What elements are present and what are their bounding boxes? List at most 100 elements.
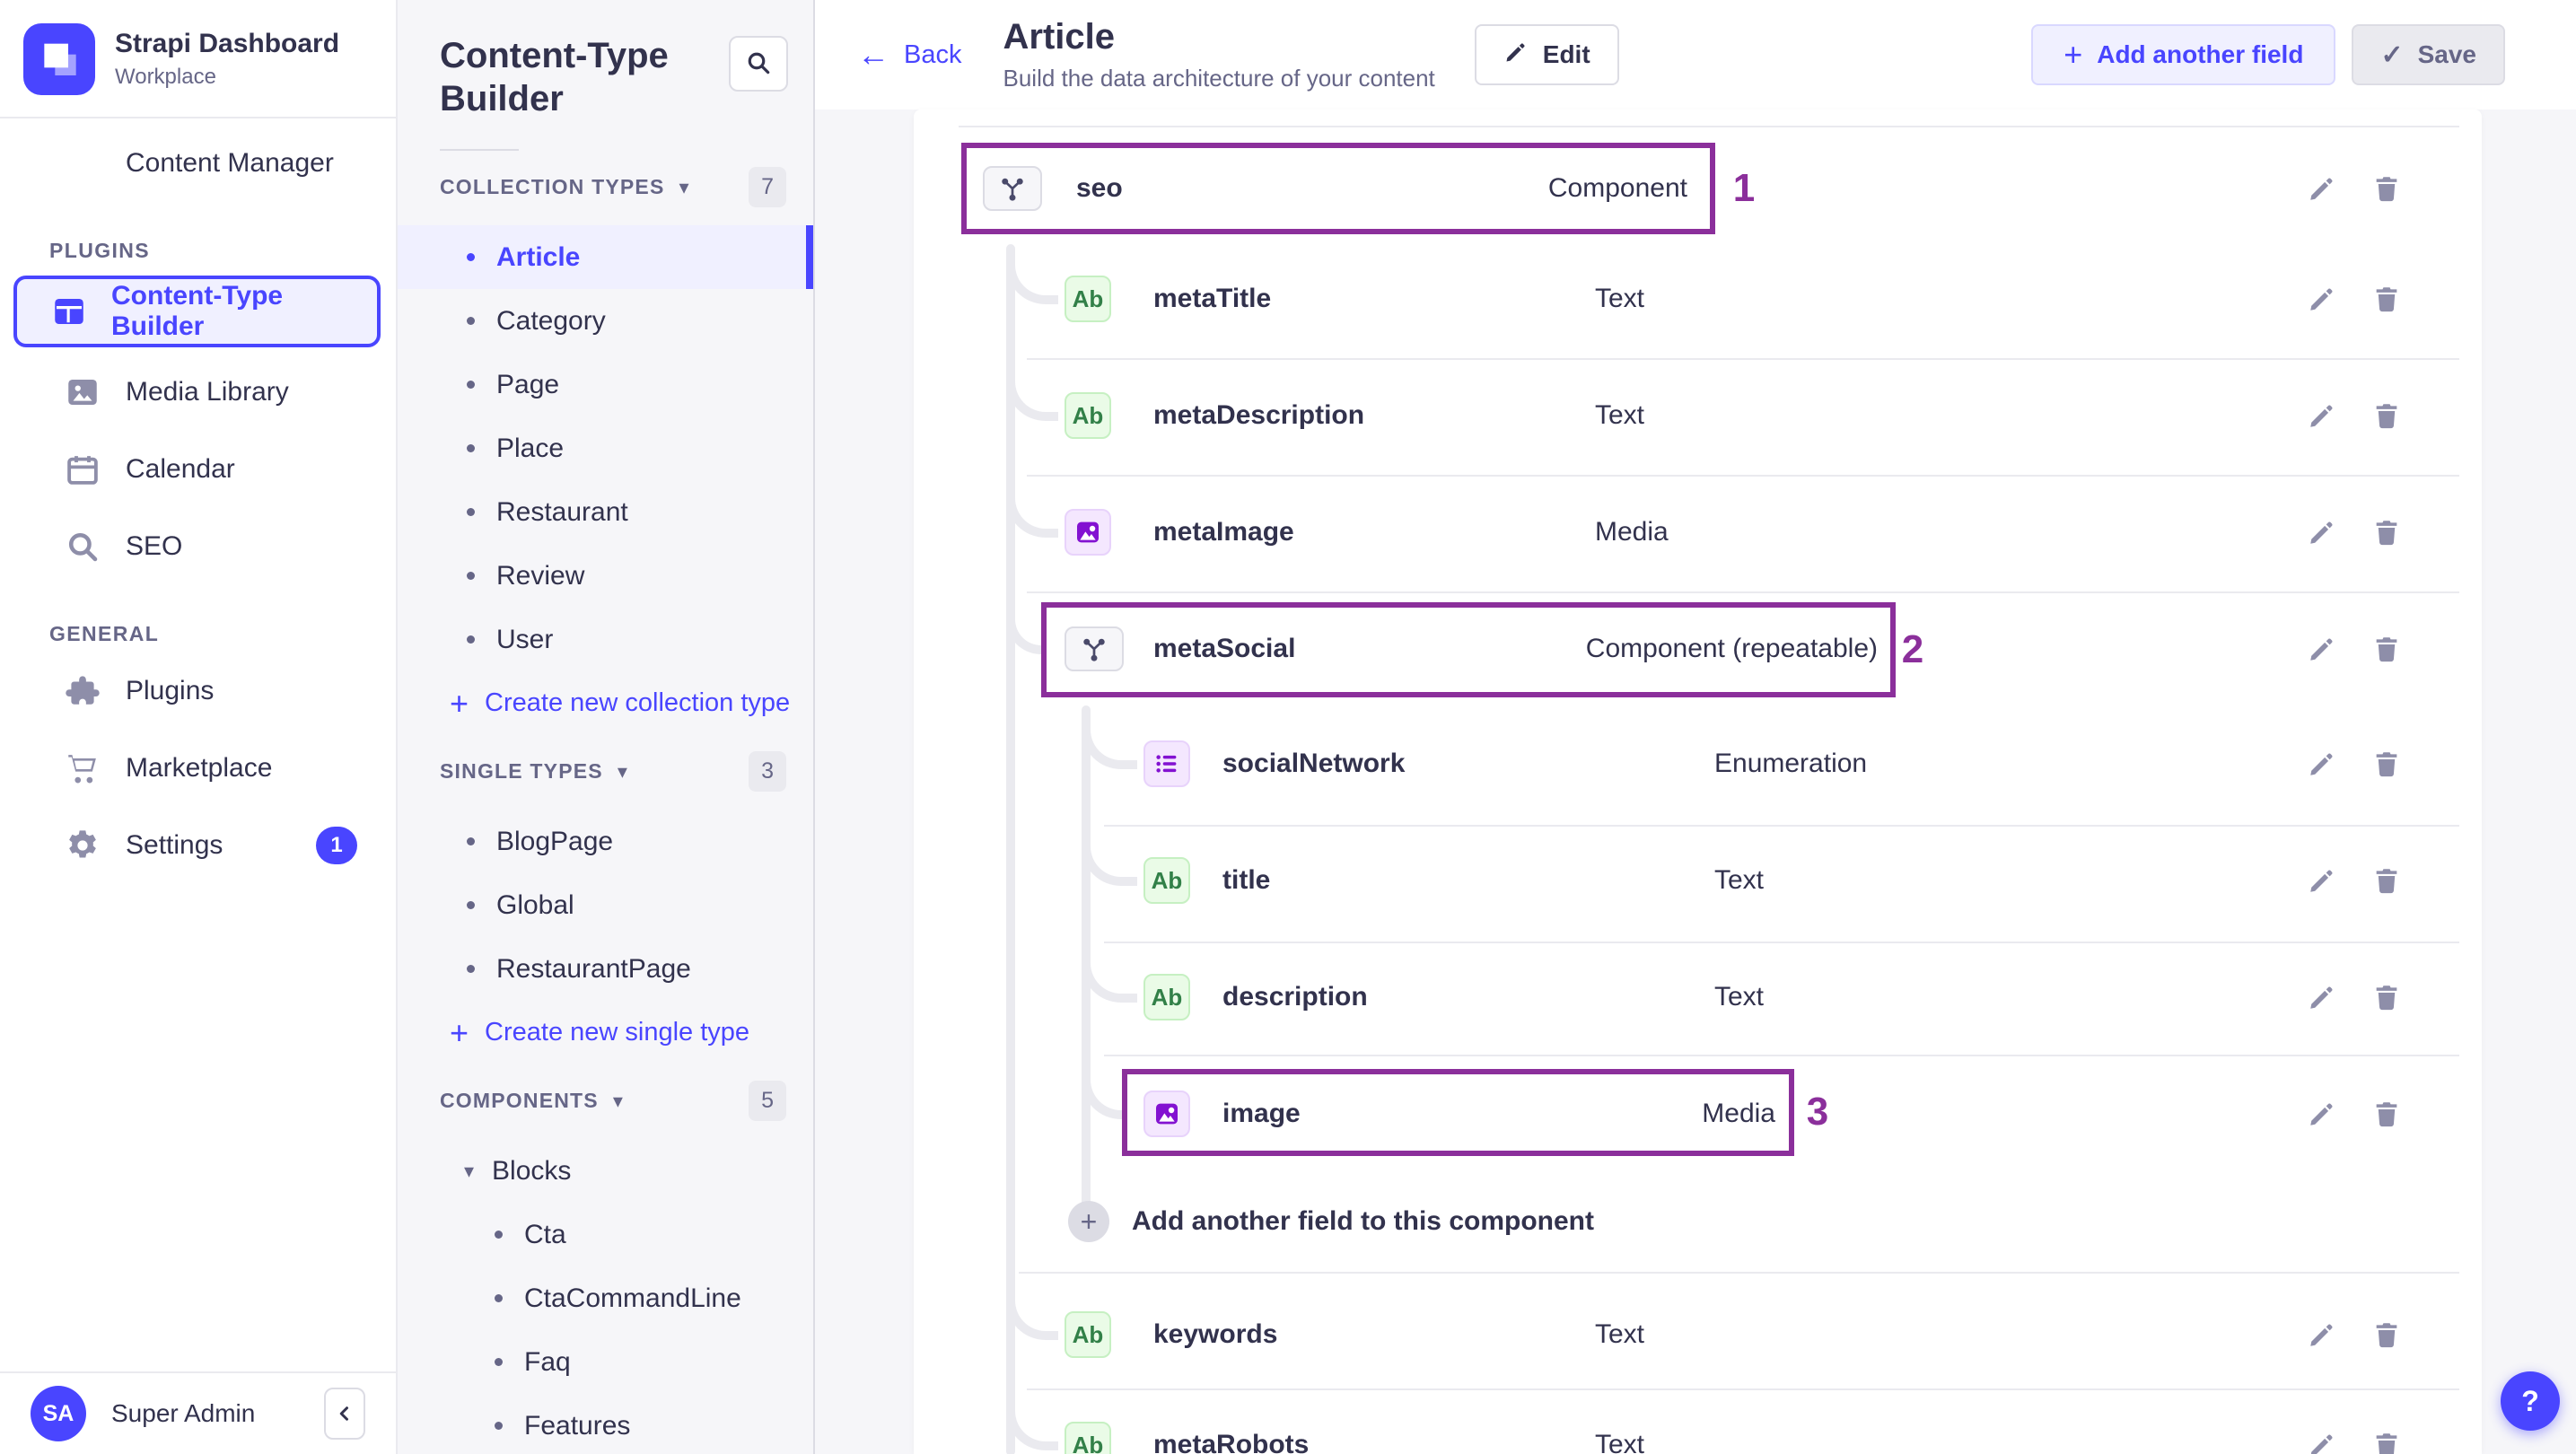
- edit-field-button[interactable]: [2300, 742, 2344, 785]
- text-field-icon: Ab: [1065, 392, 1111, 439]
- subnav-item-place[interactable]: Place: [398, 416, 813, 480]
- text-field-icon: Ab: [1065, 1311, 1111, 1358]
- search-icon: [63, 527, 102, 566]
- edit-field-button[interactable]: [2300, 511, 2344, 554]
- picture-icon: [63, 372, 102, 412]
- bullet-icon: [495, 1231, 503, 1239]
- subnav-item-label: Article: [496, 241, 581, 272]
- avatar[interactable]: SA: [31, 1386, 86, 1441]
- create-link-create-new-single-type[interactable]: + Create new single type: [398, 1001, 813, 1064]
- subnav-item-ctacommandline[interactable]: CtaCommandLine: [398, 1266, 813, 1330]
- edit-field-button[interactable]: [2300, 859, 2344, 902]
- add-field-to-component-label[interactable]: Add another field to this component: [1132, 1202, 1594, 1241]
- field-type: Text: [1714, 865, 1765, 895]
- sidebar-item-media-library[interactable]: Media Library: [13, 360, 381, 425]
- subnav-title: Content-Type Builder: [440, 36, 669, 118]
- subnav-item-cta[interactable]: Cta: [398, 1203, 813, 1266]
- subnav-item-global[interactable]: Global: [398, 873, 813, 937]
- delete-field-button[interactable]: [2365, 859, 2408, 902]
- bullet-icon: [467, 381, 475, 389]
- divider: [440, 149, 519, 151]
- edit-button[interactable]: Edit: [1474, 24, 1619, 85]
- subnav-item-article[interactable]: Article: [398, 225, 813, 289]
- bullet-icon: [495, 1422, 503, 1430]
- search-icon: [744, 48, 773, 80]
- edit-field-button[interactable]: [2300, 976, 2344, 1019]
- subnav-item-label: Page: [496, 369, 560, 399]
- save-label: Save: [2417, 40, 2476, 68]
- back-link[interactable]: ← Back: [857, 39, 961, 71]
- subnav-item-page[interactable]: Page: [398, 353, 813, 416]
- sidebar-item-label: Content-Type Builder: [111, 281, 284, 341]
- sidebar-item-label: Media Library: [126, 377, 289, 407]
- delete-field-button[interactable]: [2365, 1313, 2408, 1356]
- sidebar-item-calendar[interactable]: Calendar: [13, 437, 381, 502]
- edit-field-button[interactable]: [2300, 1092, 2344, 1135]
- chevron-down-icon[interactable]: ▾: [618, 760, 627, 784]
- delete-field-button[interactable]: [2365, 1423, 2408, 1454]
- field-name: title: [1222, 865, 1271, 895]
- chevron-down-icon[interactable]: ▾: [679, 176, 689, 199]
- delete-field-button[interactable]: [2365, 742, 2408, 785]
- chevron-down-icon[interactable]: ▾: [613, 1090, 623, 1113]
- sidebar-item-seo[interactable]: SEO: [13, 514, 381, 579]
- edit-field-button[interactable]: [2300, 1313, 2344, 1356]
- row-divider: [1027, 475, 2459, 477]
- bullet-icon: [467, 635, 475, 644]
- delete-field-button[interactable]: [2365, 511, 2408, 554]
- help-button[interactable]: ?: [2501, 1371, 2560, 1431]
- edit-field-button[interactable]: [2300, 1423, 2344, 1454]
- delete-field-button[interactable]: [2365, 1092, 2408, 1135]
- page-subtitle: Build the data architecture of your cont…: [1003, 65, 1435, 92]
- create-link-create-new-collection-type[interactable]: + Create new collection type: [398, 671, 813, 735]
- sidebar-item-settings[interactable]: Settings 1: [13, 813, 381, 878]
- delete-field-button[interactable]: [2365, 976, 2408, 1019]
- delete-field-button[interactable]: [2365, 394, 2408, 437]
- bullet-icon: [467, 508, 475, 516]
- annotation-number-1: 1: [1732, 166, 1756, 210]
- check-icon: ✓: [2380, 39, 2404, 70]
- field-name: image: [1222, 1099, 1301, 1128]
- sidebar-item-marketplace[interactable]: Marketplace: [13, 736, 381, 801]
- section-title: COLLECTION TYPES: [440, 175, 665, 198]
- edit-field-button[interactable]: [2300, 627, 2344, 670]
- sidebar-item-content-type-builder[interactable]: Content-Type Builder: [13, 276, 381, 347]
- sidebar-item-label: SEO: [126, 531, 183, 561]
- row-divider: [959, 126, 2459, 127]
- subnav-item-review[interactable]: Review: [398, 544, 813, 608]
- subnav-item-blogpage[interactable]: BlogPage: [398, 810, 813, 873]
- edit-field-button[interactable]: [2300, 394, 2344, 437]
- delete-field-button[interactable]: [2365, 627, 2408, 670]
- add-field-to-component-button[interactable]: +: [1068, 1201, 1109, 1242]
- subnav-item-label: User: [496, 624, 554, 654]
- delete-field-button[interactable]: [2365, 167, 2408, 210]
- field-type: Component (repeatable): [1585, 634, 1878, 663]
- gear-icon: [63, 826, 102, 865]
- field-type: Media: [1702, 1099, 1775, 1128]
- sidebar-item-label: Marketplace: [126, 753, 273, 783]
- subnav-item-restaurant[interactable]: Restaurant: [398, 480, 813, 544]
- cart-icon: [63, 749, 102, 788]
- component-category-blocks[interactable]: ▾ Blocks: [398, 1139, 813, 1203]
- subnav-item-faq[interactable]: Faq: [398, 1330, 813, 1394]
- back-label: Back: [904, 39, 962, 69]
- delete-field-button[interactable]: [2365, 277, 2408, 320]
- add-another-field-button[interactable]: + Add another field: [2031, 24, 2336, 85]
- sidebar-item-plugins[interactable]: Plugins: [13, 659, 381, 723]
- subnav-item-features[interactable]: Features: [398, 1394, 813, 1454]
- save-button[interactable]: ✓ Save: [2352, 24, 2505, 85]
- bullet-icon: [467, 253, 475, 261]
- subnav-item-label: BlogPage: [496, 826, 614, 856]
- bullet-icon: [467, 572, 475, 580]
- field-name: keywords: [1153, 1319, 1278, 1349]
- edit-field-button[interactable]: [2300, 277, 2344, 320]
- subnav-item-category[interactable]: Category: [398, 289, 813, 353]
- search-button[interactable]: [729, 36, 788, 92]
- edit-field-button[interactable]: [2300, 167, 2344, 210]
- subnav-item-user[interactable]: User: [398, 608, 813, 671]
- field-name: metaImage: [1153, 517, 1294, 547]
- sidebar-item-content-manager[interactable]: Content Manager: [13, 131, 381, 196]
- subnav-item-restaurantpage[interactable]: RestaurantPage: [398, 937, 813, 1001]
- collapse-sidebar-button[interactable]: [324, 1388, 365, 1440]
- grid-icon: [49, 292, 88, 331]
